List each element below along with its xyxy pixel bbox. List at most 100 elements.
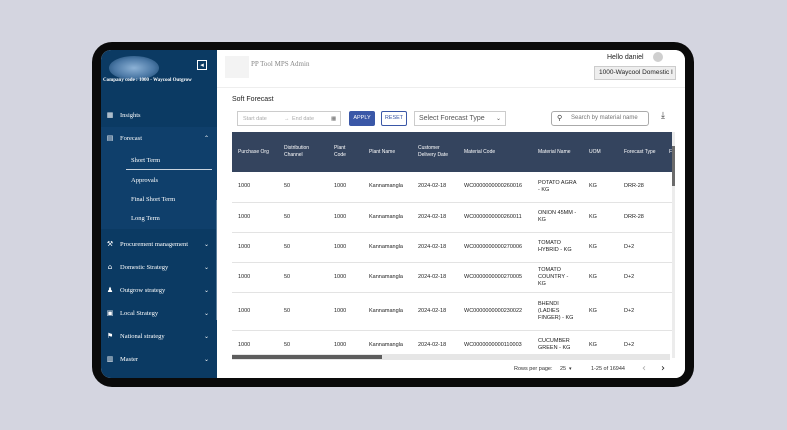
start-date-input[interactable]: Start date xyxy=(243,116,267,122)
table-cell: 50 xyxy=(278,292,328,331)
pagination-range: 1-25 of 16944 xyxy=(591,366,625,372)
avatar[interactable] xyxy=(653,52,663,62)
chevron-down-icon: ⌄ xyxy=(203,240,209,248)
table-cell: BHENDI (LADIES FINGER) - KG xyxy=(532,292,583,331)
sidebar-subitem-final-short-term[interactable]: Final Short Term xyxy=(131,196,175,203)
table-cell: D+2 xyxy=(618,330,663,354)
forecast-type-select[interactable]: Select Forecast Type ⌄ xyxy=(414,111,506,126)
chevron-down-icon: ⌄ xyxy=(203,263,209,271)
table-cell: 1000 xyxy=(328,202,363,233)
sidebar-item-label: Master xyxy=(120,355,139,363)
apply-button[interactable]: APPLY xyxy=(349,111,375,126)
column-header[interactable]: Distribution Channel xyxy=(278,132,328,172)
table-row[interactable]: 1000 50 1000 Kannamangla 2024-02-18 WC00… xyxy=(232,172,675,203)
master-icon: ▥ xyxy=(106,355,114,363)
collapse-left-icon[interactable]: ◂ xyxy=(197,60,207,70)
table-header-row: Purchase Org Distribution Channel Plant … xyxy=(232,132,675,172)
sidebar-item-label: Insights xyxy=(120,111,141,119)
table-cell: 1000 xyxy=(232,262,278,293)
search-input[interactable]: ⚲ Search by material name xyxy=(551,111,649,126)
column-header[interactable]: Forecast Type xyxy=(618,132,663,172)
download-icon[interactable]: ⤓ xyxy=(657,111,669,125)
table-cell: 50 xyxy=(278,172,328,203)
chevron-down-icon: ⌄ xyxy=(203,309,209,317)
page-title: Soft Forecast xyxy=(232,96,274,103)
table-cell: WC0000000000110003 xyxy=(458,330,532,354)
table-cell: WC0000000000260016 xyxy=(458,172,532,203)
table-cell: 1000 xyxy=(328,330,363,354)
sidebar-item-insights[interactable]: ▦ Insights xyxy=(101,104,217,126)
table-row[interactable]: 1000 50 1000 Kannamangla 2024-02-18 WC00… xyxy=(232,232,675,263)
table-cell: D+2 xyxy=(618,232,663,263)
table-cell: D+2 xyxy=(618,262,663,293)
table-cell: 1000 xyxy=(232,202,278,233)
sidebar-item-master[interactable]: ▥ Master ⌄ xyxy=(101,348,217,370)
next-page-icon[interactable]: › xyxy=(661,363,665,374)
table-cell: 1000 xyxy=(328,292,363,331)
main-content: Soft Forecast Start date → End date ▦ AP… xyxy=(217,88,685,378)
column-header[interactable]: Plant Name xyxy=(363,132,412,172)
company-logo xyxy=(109,56,159,80)
chevron-down-icon: ▾ xyxy=(569,366,572,372)
table-row[interactable]: 1000 50 1000 Kannamangla 2024-02-18 WC00… xyxy=(232,330,675,354)
sidebar-subitem-approvals[interactable]: Approvals xyxy=(131,177,158,184)
sidebar-item-procurement[interactable]: ⚒ Procurement management ⌄ xyxy=(101,233,217,255)
prev-page-icon[interactable]: ‹ xyxy=(642,363,646,374)
reset-button[interactable]: RESET xyxy=(381,111,407,126)
sidebar-item-outgrow[interactable]: ♟ Outgrow strategy ⌄ xyxy=(101,279,217,301)
search-placeholder: Search by material name xyxy=(571,115,638,121)
table-cell: 50 xyxy=(278,232,328,263)
table-vertical-scrollbar[interactable] xyxy=(672,132,675,358)
app-logo xyxy=(225,56,249,78)
scroll-thumb[interactable] xyxy=(672,146,675,186)
table-row[interactable]: 1000 50 1000 Kannamangla 2024-02-18 WC00… xyxy=(232,262,675,293)
table-cell: WC0000000000270005 xyxy=(458,262,532,293)
sidebar-item-domestic[interactable]: ⌂ Domestic Strategy ⌄ xyxy=(101,256,217,278)
table-cell: ONION 45MM - KG xyxy=(532,202,583,233)
sidebar-item-local[interactable]: ▣ Local Strategy ⌄ xyxy=(101,302,217,324)
column-header[interactable]: Plant Code xyxy=(328,132,363,172)
end-date-input[interactable]: End date xyxy=(292,116,314,122)
table-cell: WC0000000000270006 xyxy=(458,232,532,263)
pagination: Rows per page: 25 ▾ 1-25 of 16944 ‹ › xyxy=(217,362,685,378)
dashboard-icon: ▦ xyxy=(106,111,114,119)
table-cell: D+2 xyxy=(618,292,663,331)
app-screen: ◂ Company code : 1000 - Waycool Outgrow … xyxy=(101,50,685,378)
sidebar-item-national[interactable]: ⚑ National strategy ⌄ xyxy=(101,325,217,347)
table-cell: 2024-02-18 xyxy=(412,292,458,331)
sidebar-item-label: National strategy xyxy=(120,332,165,340)
table-cell: 1000 xyxy=(232,232,278,263)
company-select[interactable]: 1000-Waycool Domestic I xyxy=(594,66,676,80)
date-range-picker[interactable]: Start date → End date ▦ xyxy=(237,111,341,126)
rows-per-page-select[interactable]: 25 xyxy=(560,366,566,372)
sidebar: ◂ Company code : 1000 - Waycool Outgrow … xyxy=(101,50,219,378)
table-row[interactable]: 1000 50 1000 Kannamangla 2024-02-18 WC00… xyxy=(232,202,675,233)
chevron-down-icon: ⌄ xyxy=(203,286,209,294)
table-cell: WC0000000000230022 xyxy=(458,292,532,331)
table-horizontal-scrollbar[interactable] xyxy=(232,354,670,360)
table-cell: 1000 xyxy=(232,172,278,203)
table-cell: 50 xyxy=(278,202,328,233)
table-cell: TOMATO COUNTRY - KG xyxy=(532,262,583,293)
table-cell: KG xyxy=(583,330,618,354)
table-cell: Kannamangla xyxy=(363,330,412,354)
sidebar-item-label: Local Strategy xyxy=(120,309,159,317)
company-code: Company code : 1000 - Waycool Outgrow xyxy=(103,78,192,83)
chevron-down-icon: ⌄ xyxy=(495,115,501,122)
local-icon: ▣ xyxy=(106,309,114,317)
table-cell: KG xyxy=(583,232,618,263)
scroll-thumb[interactable] xyxy=(232,355,382,359)
calendar-icon[interactable]: ▦ xyxy=(331,116,336,122)
column-header[interactable]: Customer Delivery Date xyxy=(412,132,458,172)
sidebar-item-label: Outgrow strategy xyxy=(120,286,166,294)
column-header[interactable]: Purchase Org xyxy=(232,132,278,172)
sidebar-subitem-long-term[interactable]: Long Term xyxy=(131,215,160,222)
table-cell: 50 xyxy=(278,262,328,293)
column-header[interactable]: UOM xyxy=(583,132,618,172)
table-cell: KG xyxy=(583,202,618,233)
column-header[interactable]: Material Name xyxy=(532,132,583,172)
table-row[interactable]: 1000 50 1000 Kannamangla 2024-02-18 WC00… xyxy=(232,292,675,331)
sidebar-subitem-short-term[interactable]: Short Term xyxy=(131,157,160,164)
sidebar-item-forecast[interactable]: ▤ Forecast ⌃ xyxy=(101,127,217,149)
column-header[interactable]: Material Code xyxy=(458,132,532,172)
